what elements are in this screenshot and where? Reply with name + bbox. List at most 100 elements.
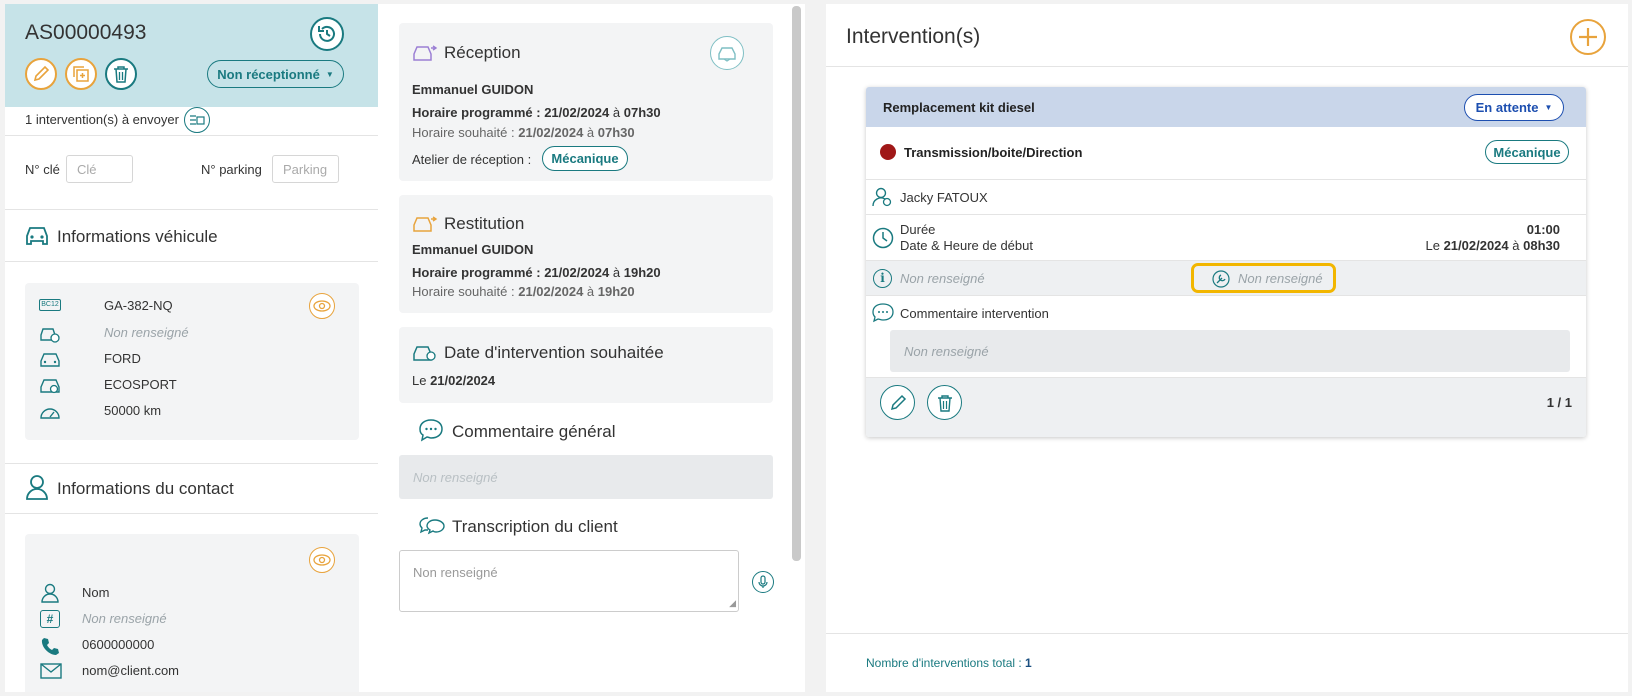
separator: à — [1508, 238, 1524, 253]
vin-icon — [40, 328, 60, 343]
reception-scheduled: Horaire programmé : 21/02/2024 à 07h30 — [412, 105, 661, 120]
contact-email: nom@client.com — [82, 663, 180, 678]
record-panel: AS00000493 Non réceptionné ▼ 1 intervent… — [5, 4, 378, 692]
start-date: 21/02/2024 — [1443, 238, 1509, 253]
clock-icon — [872, 227, 894, 249]
contact-phone: 0600000000 — [82, 637, 155, 652]
send-interventions-button[interactable] — [184, 107, 210, 133]
scheduled-label: Horaire programmé : — [412, 265, 545, 280]
trash-icon — [114, 66, 128, 83]
details-scrollbar[interactable] — [792, 6, 801, 561]
intervention-card-header: Remplacement kit diesel En attente ▼ — [866, 87, 1586, 127]
intervention-status-dropdown[interactable]: En attente ▼ — [1464, 94, 1564, 121]
divider — [826, 633, 1628, 634]
chevron-down-icon: ▼ — [1544, 103, 1553, 112]
edit-intervention-button[interactable] — [880, 385, 915, 420]
vehicle-mileage: 50000 km — [104, 403, 162, 418]
scheduled-time: 19h20 — [623, 265, 661, 280]
record-header: AS00000493 Non réceptionné ▼ — [5, 4, 378, 107]
hash-icon: # — [40, 610, 60, 628]
contact-card: Nom # Non renseigné 0600000000 nom@clien… — [25, 534, 359, 692]
car-brand-icon — [40, 353, 60, 367]
vehicle-model: ECOSPORT — [104, 377, 177, 392]
history-button[interactable] — [310, 17, 344, 51]
technician-icon — [872, 187, 892, 207]
transcription-icon — [419, 517, 445, 535]
view-contact-button[interactable] — [309, 547, 335, 573]
divider — [5, 209, 378, 210]
wished-time: 07h30 — [597, 125, 635, 140]
restitution-card: Restitution Emmanuel GUIDON Horaire prog… — [399, 195, 773, 313]
mail-icon — [40, 663, 62, 679]
comment-icon — [419, 419, 443, 442]
start-value: Le 21/02/2024 à 08h30 — [1426, 238, 1561, 253]
car-icon — [26, 227, 48, 245]
resize-handle-icon[interactable]: ◢ — [729, 598, 736, 609]
reception-workshop-label: Atelier de réception : — [412, 152, 532, 167]
dictate-button[interactable] — [752, 571, 774, 593]
intervention-status: En attente — [1475, 100, 1539, 115]
scheduled-time: 07h30 — [623, 105, 661, 120]
comment-field[interactable]: Non renseigné — [890, 330, 1570, 372]
comment-row: Commentaire intervention Non renseigné — [866, 295, 1586, 377]
contact-name: Nom — [82, 585, 110, 600]
tool-field[interactable]: Non renseigné — [1191, 263, 1336, 293]
separator: à — [609, 265, 624, 280]
vehicle-brand: FORD — [104, 351, 141, 366]
chevron-down-icon: ▼ — [325, 69, 334, 79]
duplicate-icon — [73, 66, 89, 82]
duration-row: Durée Date & Heure de début 01:00 Le 21/… — [866, 214, 1586, 260]
restitution-wished: Horaire souhaité : 21/02/2024 à 19h20 — [412, 284, 635, 299]
scheduled-date: 21/02/2024 — [544, 265, 610, 280]
status-dropdown[interactable]: Non réceptionné ▼ — [207, 60, 344, 88]
comment-icon — [872, 303, 894, 323]
duplicate-button[interactable] — [65, 58, 97, 90]
separator: à — [583, 284, 598, 299]
transcription-title: Transcription du client — [452, 517, 618, 536]
interventions-title: Intervention(s) — [846, 25, 981, 48]
record-title: AS00000493 — [25, 21, 147, 44]
total-label: Nombre d'interventions total : — [866, 656, 1026, 670]
start-label: Date & Heure de début — [900, 238, 1033, 253]
reception-title: Réception — [444, 43, 521, 62]
wished-date: 21/02/2024 — [518, 125, 584, 140]
technician-name: Jacky FATOUX — [900, 190, 988, 205]
general-comment-field[interactable]: Non renseigné — [399, 455, 773, 499]
parking-input[interactable]: Parking — [272, 155, 339, 183]
trash-icon — [937, 394, 952, 412]
general-comment-title: Commentaire général — [452, 422, 616, 441]
send-list-icon — [190, 115, 205, 125]
technician-row: Jacky FATOUX — [866, 179, 1586, 214]
tool-value: Non renseigné — [1238, 271, 1323, 286]
reception-car-icon — [413, 45, 438, 61]
wished-label: Horaire souhaité : — [412, 125, 519, 140]
view-vehicle-button[interactable] — [309, 293, 335, 319]
reception-action-button[interactable] — [710, 36, 744, 70]
wished-time: 19h20 — [597, 284, 635, 299]
scheduled-date: 21/02/2024 — [544, 105, 610, 120]
status-label: Non réceptionné — [217, 66, 320, 82]
transcription-input[interactable]: Non renseigné ◢ — [399, 550, 739, 612]
plate-icon: BC12 — [39, 299, 61, 311]
interventions-total: Nombre d'interventions total : 1 — [866, 656, 1032, 670]
category-status-dot — [880, 144, 896, 160]
scheduled-label: Horaire programmé : — [412, 105, 545, 120]
key-input[interactable]: Clé — [66, 155, 133, 183]
delete-button[interactable] — [105, 58, 137, 90]
info-row: i Non renseigné Non renseigné — [866, 260, 1586, 295]
person-icon — [26, 475, 48, 500]
contact-id: Non renseigné — [82, 611, 167, 626]
delete-intervention-button[interactable] — [927, 385, 962, 420]
pagination: 1 / 1 — [1546, 395, 1572, 410]
plus-icon — [1579, 28, 1597, 46]
interventions-panel: Intervention(s) Remplacement kit diesel … — [826, 4, 1628, 692]
add-intervention-button[interactable] — [1570, 19, 1606, 55]
intervention-workshop-badge: Mécanique — [1485, 140, 1569, 164]
key-label: N° clé — [25, 162, 60, 177]
reception-card: Réception Emmanuel GUIDON Horaire progra… — [399, 23, 773, 181]
microphone-icon — [758, 575, 768, 588]
comment-value: Non renseigné — [904, 344, 989, 359]
duration-label: Durée — [900, 222, 936, 237]
eye-icon — [313, 554, 331, 566]
edit-button[interactable] — [25, 58, 57, 90]
